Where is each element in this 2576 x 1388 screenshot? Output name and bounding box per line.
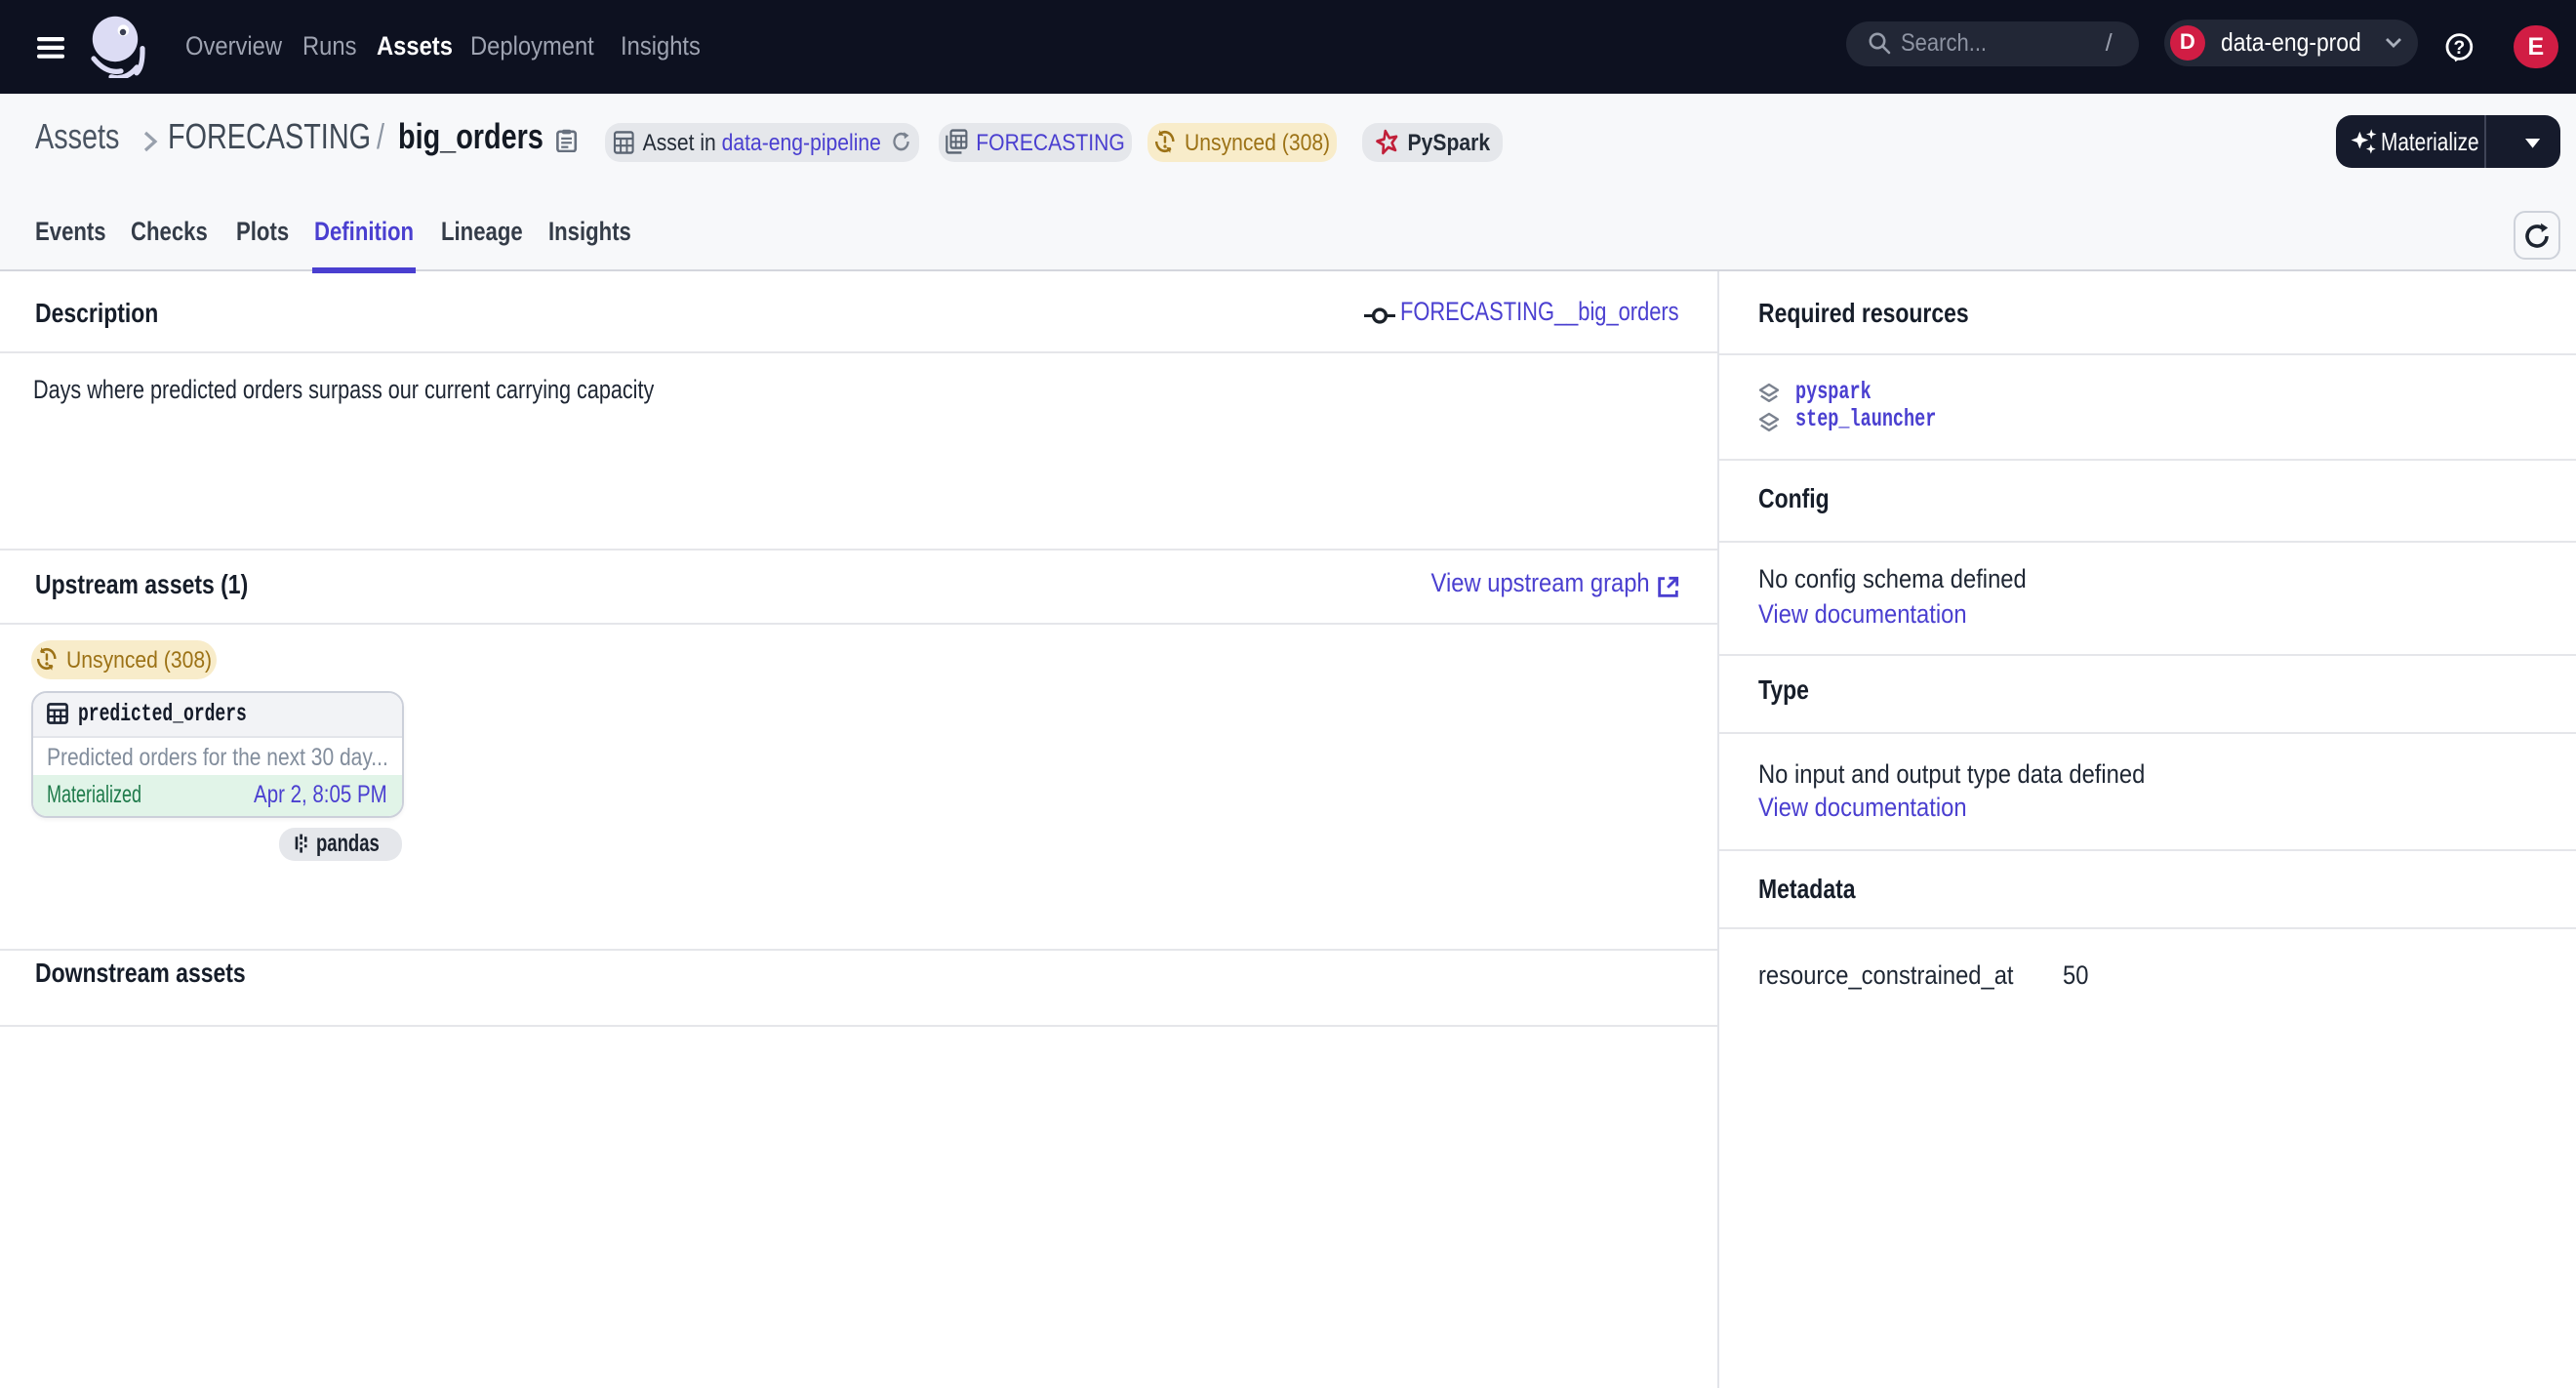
svg-text:?: ? (2454, 37, 2466, 58)
